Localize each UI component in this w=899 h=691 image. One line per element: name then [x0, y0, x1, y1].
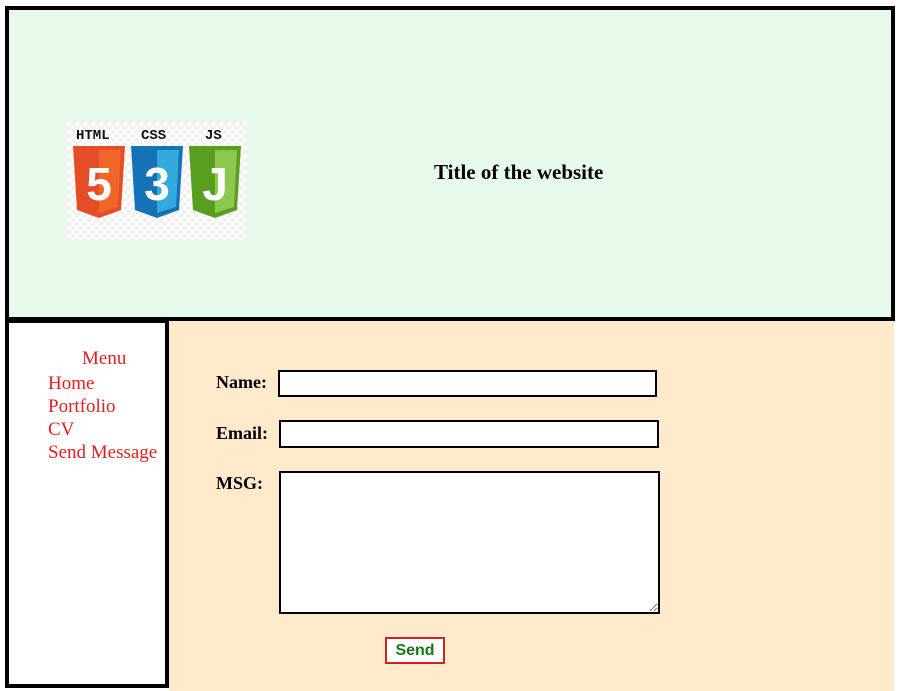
- name-label: Name:: [216, 372, 267, 392]
- menu-item-home[interactable]: Home: [48, 372, 157, 395]
- main-content: Name: Email: MSG: Send: [169, 321, 894, 691]
- menu-title: Menu: [82, 348, 127, 369]
- menu-item-portfolio[interactable]: Portfolio: [48, 395, 157, 418]
- menu-list: Home Portfolio CV Send Message: [48, 372, 157, 464]
- email-label: Email:: [216, 423, 268, 443]
- logo-label-html: HTML: [76, 128, 110, 144]
- svg-text:3: 3: [144, 158, 170, 210]
- site-header: HTML CSS JS 5 3 J Title of the website: [5, 6, 895, 321]
- menu-item-send-message[interactable]: Send Message: [48, 441, 157, 464]
- html-css-js-logo: HTML CSS JS 5 3 J: [67, 122, 247, 240]
- css3-shield-icon: 3: [131, 146, 183, 218]
- js-shield-icon: J: [189, 146, 241, 218]
- site-title: Title of the website: [434, 160, 604, 184]
- html5-shield-icon: 5: [73, 146, 125, 218]
- svg-text:5: 5: [86, 158, 112, 210]
- logo-label-js: JS: [205, 128, 222, 144]
- send-button[interactable]: Send: [385, 637, 445, 664]
- svg-text:J: J: [202, 158, 228, 210]
- message-textarea[interactable]: [279, 471, 660, 614]
- sidebar-menu: Menu Home Portfolio CV Send Message: [5, 319, 169, 688]
- logo-label-css: CSS: [141, 128, 166, 144]
- name-field[interactable]: [278, 370, 657, 397]
- msg-label: MSG:: [216, 473, 263, 493]
- menu-item-cv[interactable]: CV: [48, 418, 157, 441]
- logo-graphic: HTML CSS JS 5 3 J: [73, 128, 241, 218]
- email-field[interactable]: [279, 420, 659, 448]
